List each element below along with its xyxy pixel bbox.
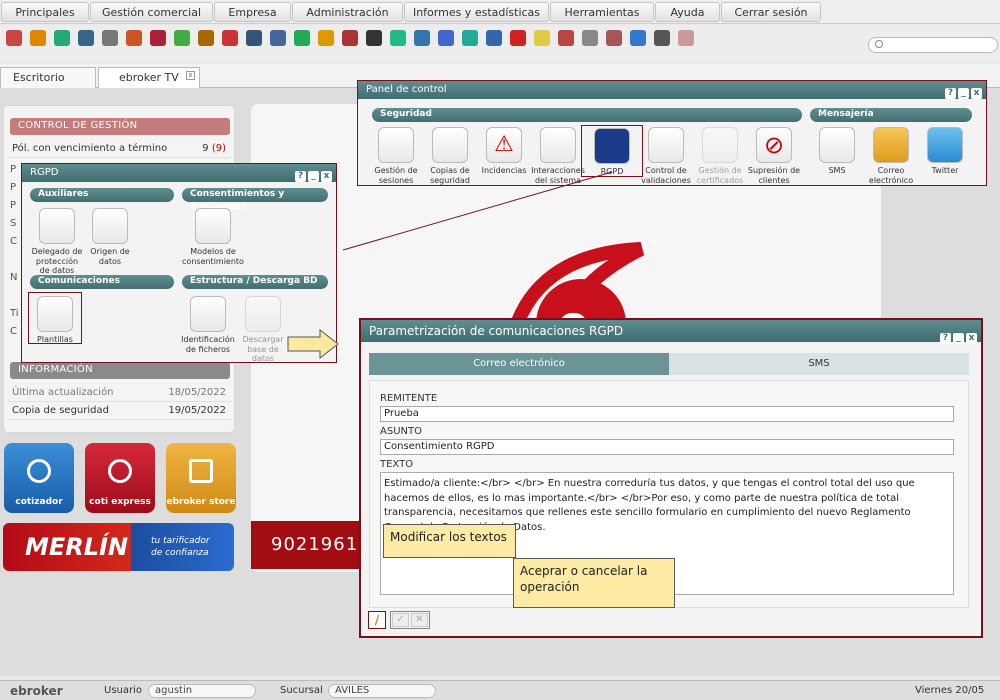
window-buttons: ? _ x <box>938 325 977 347</box>
remitente-field[interactable]: Prueba <box>380 406 954 422</box>
delegate-user-icon <box>39 208 75 244</box>
l3: datos <box>251 354 275 363</box>
label: Modelos de consentimiento <box>178 247 248 266</box>
help-icon[interactable]: ? <box>940 333 951 344</box>
item-modelos[interactable]: Modelos de consentimiento <box>178 208 248 266</box>
remitente-label: REMITENTE <box>380 393 438 404</box>
tab-sms[interactable]: SMS <box>669 353 969 375</box>
minimize-icon[interactable]: _ <box>308 171 319 182</box>
window-buttons: ? _ x <box>293 167 332 185</box>
database-user-icon <box>92 208 128 244</box>
arrow-right-icon <box>287 328 339 360</box>
help-icon[interactable]: ? <box>295 171 306 182</box>
callout-modificar: Modificar los textos <box>383 524 516 558</box>
sucursal-field: AVILES <box>328 684 436 698</box>
l2: base de <box>247 344 279 354</box>
date-label: Viernes 20/05 <box>915 685 985 696</box>
group-auxiliares: Auxiliares <box>30 188 174 202</box>
l3: de datos <box>39 266 75 275</box>
file-question-icon <box>190 296 226 332</box>
database-download-icon <box>245 296 281 332</box>
l1: Delegado de <box>31 247 83 256</box>
close-icon[interactable]: x <box>321 171 332 182</box>
status-bar: ebroker Usuario agustin Sucursal AVILES … <box>0 680 1000 700</box>
check-icon[interactable]: ✓ <box>392 613 409 627</box>
asunto-label: ASUNTO <box>380 426 422 437</box>
l2: protección <box>35 256 79 266</box>
l1: Descargar <box>242 335 284 344</box>
cancel-x-icon[interactable]: ✕ <box>411 613 428 627</box>
label: Identificación de ficheros <box>177 335 239 354</box>
phone-mail-icon <box>37 296 73 332</box>
l2: de ficheros <box>185 344 231 354</box>
group-estructura: Estructura / Descarga BD <box>182 275 328 289</box>
label: Plantillas <box>29 335 81 345</box>
rgpd-title: RGPD <box>30 167 59 178</box>
l1: Identificación <box>181 335 235 344</box>
item-identificacion[interactable]: Identificación de ficheros <box>177 296 239 354</box>
edit-pencil-icon[interactable]: / <box>368 611 386 629</box>
minimize-icon[interactable]: _ <box>953 333 964 344</box>
label: Origen de datos <box>79 247 141 266</box>
param-title-bar: Parametrización de comunicaciones RGPD ?… <box>361 320 981 344</box>
close-icon[interactable]: x <box>966 333 977 344</box>
accept-cancel-group: ✓ ✕ <box>390 611 430 629</box>
l1: Origen de <box>90 247 130 256</box>
l1: Modelos de <box>190 247 236 256</box>
sucursal-label: Sucursal <box>280 685 323 696</box>
group-consentimientos: Consentimientos y finalidades <box>182 188 328 212</box>
brand-logo: ebroker <box>10 684 63 698</box>
item-descargar[interactable]: Descargar base de datos <box>232 296 294 364</box>
usuario-field: agustin <box>148 684 256 698</box>
callout-aceptar: Aceprar o cancelar la operación <box>513 558 675 608</box>
texto-label: TEXTO <box>380 459 414 470</box>
group-comunicaciones: Comunicaciones <box>30 275 174 289</box>
asunto-field[interactable]: Consentimiento RGPD <box>380 439 954 455</box>
param-title: Parametrización de comunicaciones RGPD <box>369 324 624 338</box>
document-edit-icon <box>195 208 231 244</box>
tab-correo[interactable]: Correo electrónico <box>369 353 669 375</box>
l2: datos <box>98 256 122 266</box>
item-origen[interactable]: Origen de datos <box>79 208 141 266</box>
rgpd-title-bar: RGPD ? _ x <box>22 164 336 182</box>
usuario-label: Usuario <box>104 685 143 696</box>
item-plantillas[interactable]: Plantillas <box>28 292 82 344</box>
l1: Plantillas <box>37 335 73 344</box>
l2: consentimiento <box>182 256 244 266</box>
label: Descargar base de datos <box>232 335 294 364</box>
